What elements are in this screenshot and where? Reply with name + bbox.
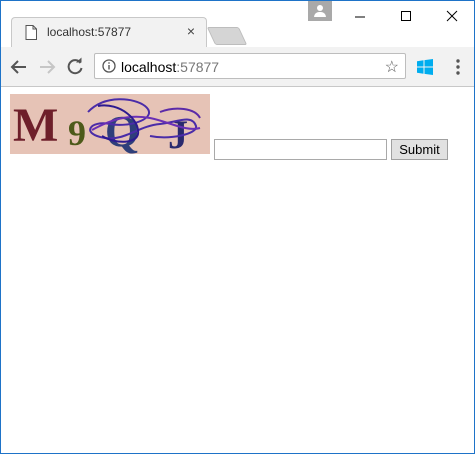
close-icon	[446, 10, 458, 22]
back-arrow-icon	[10, 60, 26, 74]
windows-logo-icon[interactable]	[417, 59, 433, 75]
profile-icon[interactable]	[308, 1, 332, 21]
back-button[interactable]	[9, 57, 29, 77]
page-content: M 9 Q J Submit	[1, 87, 474, 453]
reload-icon	[67, 57, 83, 75]
maximize-icon	[401, 11, 411, 21]
browser-toolbar: localhost:57877 ☆	[1, 47, 474, 87]
address-url: localhost:57877	[121, 59, 219, 75]
page-icon	[25, 25, 37, 40]
captcha-image: M 9 Q J	[10, 94, 210, 154]
bookmark-star-icon[interactable]: ☆	[385, 57, 399, 77]
menu-icon[interactable]	[451, 57, 465, 77]
captcha-char-2: 9	[68, 113, 86, 153]
tab-localhost[interactable]: localhost:57877 ×	[11, 17, 207, 47]
minimize-icon	[355, 16, 365, 18]
minimize-button[interactable]	[337, 1, 383, 31]
reload-button[interactable]	[65, 57, 85, 77]
maximize-button[interactable]	[383, 1, 429, 31]
tab-title: localhost:57877	[47, 25, 132, 39]
close-window-button[interactable]	[429, 1, 474, 31]
title-bar: localhost:57877 ×	[1, 1, 474, 47]
forward-arrow-icon	[40, 60, 56, 74]
url-port: :57877	[176, 59, 220, 75]
tab-close-icon[interactable]: ×	[184, 23, 198, 39]
captcha-answer-input[interactable]	[214, 139, 387, 160]
url-host: localhost	[121, 59, 177, 75]
submit-button[interactable]: Submit	[391, 139, 448, 160]
captcha-char-3: Q	[105, 107, 139, 154]
new-tab-button[interactable]	[206, 27, 248, 45]
forward-button[interactable]	[37, 57, 57, 77]
info-icon[interactable]	[102, 59, 116, 73]
browser-window: localhost:57877 × localhost:57877 ☆ M 9 …	[0, 0, 475, 454]
captcha-char-1: M	[13, 99, 58, 152]
address-bar[interactable]: localhost:57877 ☆	[94, 53, 406, 79]
captcha-char-4: J	[168, 112, 188, 154]
